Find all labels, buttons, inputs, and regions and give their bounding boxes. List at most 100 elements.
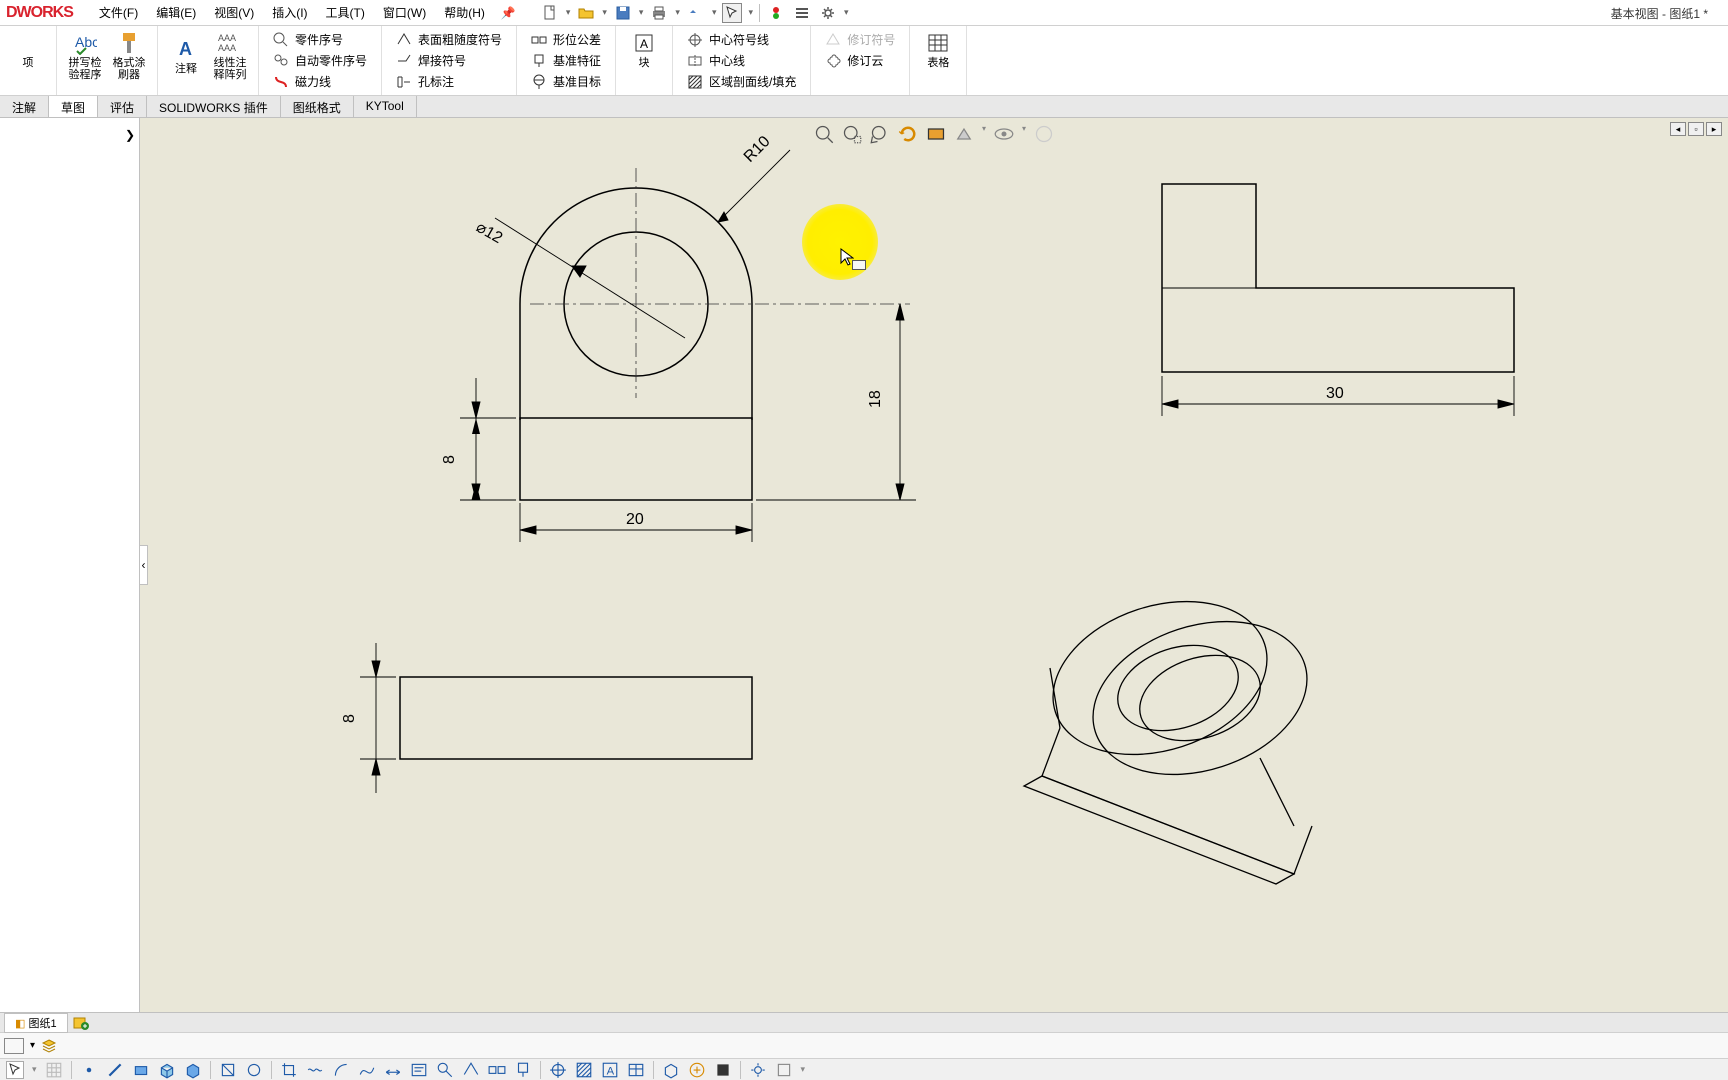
- addins-tool-button[interactable]: [775, 1061, 793, 1079]
- insert-part-button[interactable]: [688, 1061, 706, 1079]
- surface-button[interactable]: 表面粗随度符号: [392, 30, 506, 49]
- linearpattern-button[interactable]: AAAAAA线性注 释阵列: [208, 28, 252, 84]
- datum-tool-button[interactable]: [514, 1061, 532, 1079]
- tab-sketch[interactable]: 草图: [49, 96, 98, 117]
- macro-button[interactable]: [714, 1061, 732, 1079]
- note-tool-button[interactable]: [410, 1061, 428, 1079]
- layer-manager-icon[interactable]: [41, 1038, 57, 1054]
- table-tool-button[interactable]: [627, 1061, 645, 1079]
- world-icon[interactable]: [1034, 124, 1054, 144]
- options-tool-button[interactable]: [749, 1061, 767, 1079]
- print-button[interactable]: [649, 3, 669, 23]
- menu-file[interactable]: 文件(F): [91, 1, 146, 24]
- dropdown-icon[interactable]: ▾: [602, 7, 607, 18]
- block-tool-button[interactable]: A: [601, 1061, 619, 1079]
- settings-button[interactable]: [818, 3, 838, 23]
- spline-tool-button[interactable]: [358, 1061, 376, 1079]
- add-sheet-button[interactable]: [72, 1015, 90, 1031]
- tab-evaluate[interactable]: 评估: [98, 96, 147, 117]
- dropdown-icon[interactable]: ▾: [566, 7, 571, 18]
- display-style-button[interactable]: [954, 124, 974, 144]
- rect-tool-button[interactable]: [132, 1061, 150, 1079]
- dropdown-icon[interactable]: ▾: [1022, 124, 1026, 144]
- graphics-canvas[interactable]: ▾ ▾ ◂ ▫ ▸: [140, 118, 1728, 1012]
- menu-edit[interactable]: 编辑(E): [148, 1, 204, 24]
- window-prev-button[interactable]: ◂: [1670, 122, 1686, 136]
- autoballoon-button[interactable]: 自动零件序号: [269, 51, 371, 70]
- rebuild-button[interactable]: [766, 3, 786, 23]
- window-next-button[interactable]: ▸: [1706, 122, 1722, 136]
- revcloud-button[interactable]: 修订云: [821, 51, 899, 70]
- hatch-button[interactable]: 区域剖面线/填充: [683, 72, 800, 91]
- dropdown-icon[interactable]: ▾: [844, 7, 849, 18]
- zoom-area-button[interactable]: [842, 124, 862, 144]
- 3d-view-button[interactable]: [158, 1061, 176, 1079]
- dropdown-icon[interactable]: ▾: [712, 7, 717, 18]
- hole-button[interactable]: 孔标注: [392, 72, 506, 91]
- surf-tool-button[interactable]: [462, 1061, 480, 1079]
- tab-sheetfmt[interactable]: 图纸格式: [281, 96, 354, 117]
- expand-chevron-icon[interactable]: ❯: [125, 128, 135, 142]
- menu-tools[interactable]: 工具(T): [318, 1, 373, 24]
- datum-button[interactable]: 基准特征: [527, 51, 605, 70]
- formatbrush-button[interactable]: 格式涂 刷器: [107, 28, 151, 84]
- break-tool-button[interactable]: [306, 1061, 324, 1079]
- balloon-tool-button[interactable]: [436, 1061, 454, 1079]
- arc-tool-button[interactable]: [332, 1061, 350, 1079]
- menu-help[interactable]: 帮助(H): [436, 1, 493, 24]
- dropdown-icon[interactable]: ▾: [982, 124, 986, 144]
- layer-dropdown-icon[interactable]: ▾: [30, 1040, 35, 1051]
- sheet-tab-1[interactable]: ◧ 图纸1: [4, 1013, 68, 1033]
- dropdown-icon[interactable]: ▾: [748, 7, 753, 18]
- panel-pull-handle[interactable]: ‹: [140, 545, 148, 585]
- zoom-fit-button[interactable]: [814, 124, 834, 144]
- centerline-button[interactable]: 中心线: [683, 51, 800, 70]
- new-doc-button[interactable]: [540, 3, 560, 23]
- select-button[interactable]: [722, 3, 742, 23]
- grid-button[interactable]: [45, 1061, 63, 1079]
- save-button[interactable]: [613, 3, 633, 23]
- cube-button[interactable]: [184, 1061, 202, 1079]
- layer-color-swatch[interactable]: [4, 1038, 24, 1054]
- tab-kytool[interactable]: KYTool: [354, 96, 417, 117]
- centermark-tool-button[interactable]: [549, 1061, 567, 1079]
- detail-tool-button[interactable]: [245, 1061, 263, 1079]
- select-tool-button[interactable]: [6, 1061, 24, 1079]
- menu-insert[interactable]: 插入(I): [264, 1, 315, 24]
- centermark-button[interactable]: 中心符号线: [683, 30, 800, 49]
- dropdown-icon[interactable]: ▾: [639, 7, 644, 18]
- magline-button[interactable]: 磁力线: [269, 72, 371, 91]
- datumtgt-button[interactable]: 基准目标: [527, 72, 605, 91]
- weld-button[interactable]: 焊接符号: [392, 51, 506, 70]
- revsym-button[interactable]: 修订符号: [821, 30, 899, 49]
- tab-addins[interactable]: SOLIDWORKS 插件: [147, 96, 281, 117]
- rotate-view-button[interactable]: [898, 124, 918, 144]
- undo-button[interactable]: [686, 3, 706, 23]
- option-button[interactable]: 项: [6, 28, 50, 72]
- dropdown-icon[interactable]: ▾: [801, 1064, 806, 1075]
- tab-annotate[interactable]: 注解: [0, 96, 49, 117]
- crop-tool-button[interactable]: [280, 1061, 298, 1079]
- pin-icon[interactable]: 📌: [501, 6, 516, 20]
- balloon-button[interactable]: 零件序号: [269, 30, 371, 49]
- window-restore-button[interactable]: ▫: [1688, 122, 1704, 136]
- menu-window[interactable]: 窗口(W): [375, 1, 434, 24]
- geotol-tool-button[interactable]: [488, 1061, 506, 1079]
- model-items-button[interactable]: [662, 1061, 680, 1079]
- prev-view-button[interactable]: [870, 124, 890, 144]
- section-tool-button[interactable]: [219, 1061, 237, 1079]
- annotate-button[interactable]: A注释: [164, 28, 208, 84]
- dimension-tool-button[interactable]: [384, 1061, 402, 1079]
- spellcheck-button[interactable]: Abc拼写检 验程序: [63, 28, 107, 84]
- dropdown-icon[interactable]: ▾: [675, 7, 680, 18]
- dropdown-icon[interactable]: ▾: [32, 1064, 37, 1075]
- line-tool-button[interactable]: [106, 1061, 124, 1079]
- geotol-button[interactable]: 形位公差: [527, 30, 605, 49]
- section-view-button[interactable]: [926, 124, 946, 144]
- open-doc-button[interactable]: [576, 3, 596, 23]
- block-button[interactable]: A块: [622, 28, 666, 72]
- options-button[interactable]: [792, 3, 812, 23]
- menu-view[interactable]: 视图(V): [206, 1, 262, 24]
- hatch-tool-button[interactable]: [575, 1061, 593, 1079]
- point-tool-button[interactable]: [80, 1061, 98, 1079]
